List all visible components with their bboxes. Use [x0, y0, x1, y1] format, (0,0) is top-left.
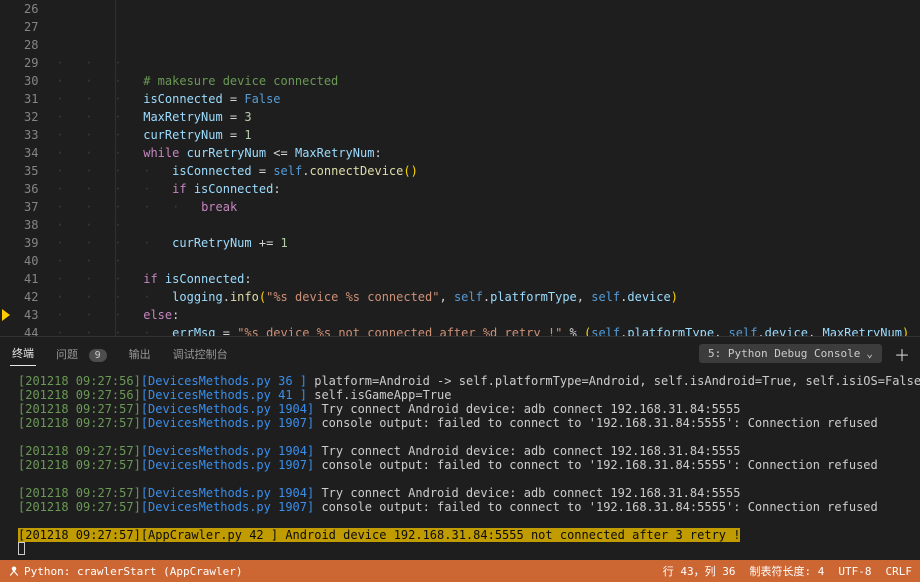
breakpoint-margin[interactable] — [0, 0, 18, 336]
line-number: 29 — [24, 54, 38, 72]
terminal-line: [201218 09:27:57][DevicesMethods.py 1904… — [18, 486, 910, 500]
code-line[interactable]: · · · · errMsg = "%s device %s not conne… — [52, 324, 920, 336]
statusbar: Python: crawlerStart (AppCrawler) 行 43，列… — [0, 560, 920, 582]
code-line[interactable]: · · · — [52, 252, 920, 270]
terminal-selector[interactable]: 5: Python Debug Console ⌄ — [699, 344, 882, 363]
code-line[interactable]: · · · # makesure device connected — [52, 72, 920, 90]
code-line[interactable]: · · · isConnected = False — [52, 90, 920, 108]
line-number: 28 — [24, 36, 38, 54]
code-line[interactable]: · · · · if isConnected: — [52, 180, 920, 198]
line-number: 44 — [24, 324, 38, 336]
line-number: 37 — [24, 198, 38, 216]
tab-terminal[interactable]: 终端 — [10, 341, 36, 366]
line-number: 32 — [24, 108, 38, 126]
panel-tabs: 终端 问题 9 输出 调试控制台 5: Python Debug Console… — [0, 337, 920, 370]
line-number: 41 — [24, 270, 38, 288]
status-debug-target-label: Python: crawlerStart (AppCrawler) — [24, 565, 243, 578]
chevron-down-icon: ⌄ — [866, 347, 873, 360]
terminal-selector-label: 5: Python Debug Console — [708, 347, 860, 360]
debug-icon — [8, 565, 20, 577]
line-number: 34 — [24, 144, 38, 162]
line-number-gutter[interactable]: 26272829303132333435363738394041424344 — [18, 0, 52, 336]
line-number: 40 — [24, 252, 38, 270]
terminal-line: [201218 09:27:57][DevicesMethods.py 1907… — [18, 500, 910, 514]
terminal-line — [18, 472, 910, 486]
panel: 终端 问题 9 输出 调试控制台 5: Python Debug Console… — [0, 336, 920, 560]
status-debug-target[interactable]: Python: crawlerStart (AppCrawler) — [8, 565, 243, 578]
problems-count-badge: 9 — [89, 349, 107, 362]
line-number: 27 — [24, 18, 38, 36]
code-line[interactable]: · · · MaxRetryNum = 3 — [52, 108, 920, 126]
terminal-cursor — [18, 542, 25, 555]
tab-problems[interactable]: 问题 9 — [54, 342, 109, 366]
line-number: 38 — [24, 216, 38, 234]
code-line[interactable]: · · · · isConnected = self.connectDevice… — [52, 162, 920, 180]
status-encoding[interactable]: UTF-8 — [838, 563, 871, 579]
line-number: 43 — [24, 306, 38, 324]
line-number: 30 — [24, 72, 38, 90]
tab-problems-label: 问题 — [56, 348, 78, 361]
code-line[interactable]: · · · curRetryNum = 1 — [52, 126, 920, 144]
terminal-line: [201218 09:27:57][DevicesMethods.py 1907… — [18, 458, 910, 472]
code-line[interactable]: · · · — [52, 216, 920, 234]
line-number: 31 — [24, 90, 38, 108]
line-number: 39 — [24, 234, 38, 252]
code-line[interactable]: · · · while curRetryNum <= MaxRetryNum: — [52, 144, 920, 162]
current-frame-icon — [2, 309, 10, 321]
status-cursor-position[interactable]: 行 43，列 36 — [663, 563, 736, 579]
terminal-line: [201218 09:27:57][DevicesMethods.py 1904… — [18, 444, 910, 458]
code-line[interactable]: · · · else: — [52, 306, 920, 324]
code-line[interactable]: · · · · curRetryNum += 1 — [52, 234, 920, 252]
line-number: 35 — [24, 162, 38, 180]
editor-area: 26272829303132333435363738394041424344 ·… — [0, 0, 920, 336]
status-indent[interactable]: 制表符长度: 4 — [750, 563, 825, 579]
status-eol[interactable]: CRLF — [886, 563, 913, 579]
terminal-line: [201218 09:27:57][DevicesMethods.py 1904… — [18, 402, 910, 416]
code-line[interactable]: · · · — [52, 54, 920, 72]
code-line[interactable]: · · · · logging.info("%s device %s conne… — [52, 288, 920, 306]
terminal-line: [201218 09:27:56][DevicesMethods.py 41 ]… — [18, 388, 910, 402]
line-number: 26 — [24, 0, 38, 18]
terminal-line — [18, 430, 910, 444]
new-terminal-icon[interactable]: ＋ — [894, 342, 910, 366]
terminal-output[interactable]: [201218 09:27:56][DevicesMethods.py 36 ]… — [0, 370, 920, 560]
terminal-line: [201218 09:27:57][DevicesMethods.py 1907… — [18, 416, 910, 430]
line-number: 36 — [24, 180, 38, 198]
line-number: 33 — [24, 126, 38, 144]
terminal-line: [201218 09:27:57][AppCrawler.py 42 ] And… — [18, 528, 910, 542]
tab-output[interactable]: 输出 — [127, 342, 153, 366]
terminal-line — [18, 514, 910, 528]
terminal-line: [201218 09:27:56][DevicesMethods.py 36 ]… — [18, 374, 910, 388]
code-line[interactable]: · · · if isConnected: — [52, 270, 920, 288]
code-line[interactable]: · · · · · break — [52, 198, 920, 216]
code-editor[interactable]: · · · · · · # makesure device connected·… — [52, 0, 920, 336]
tab-debug-console[interactable]: 调试控制台 — [171, 342, 230, 366]
line-number: 42 — [24, 288, 38, 306]
